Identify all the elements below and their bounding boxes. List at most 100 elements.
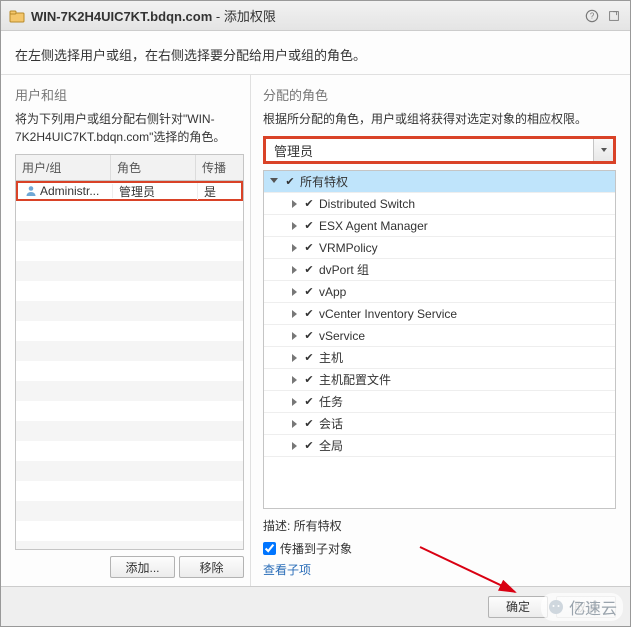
check-icon: ✔ bbox=[303, 286, 315, 298]
description-label: 描述: bbox=[263, 519, 294, 533]
chevron-right-icon bbox=[292, 244, 297, 252]
folder-icon bbox=[9, 8, 25, 24]
tree-item[interactable]: ✔ ESX Agent Manager bbox=[264, 215, 615, 237]
chevron-right-icon bbox=[292, 200, 297, 208]
tree-item[interactable]: ✔ 主机配置文件 bbox=[264, 369, 615, 391]
users-groups-desc: 将为下列用户或组分配右侧针对"WIN-7K2H4UIC7KT.bdqn.com"… bbox=[15, 110, 244, 146]
chevron-right-icon bbox=[292, 420, 297, 428]
privilege-description: 描述: 所有特权 bbox=[263, 517, 616, 534]
add-button[interactable]: 添加... bbox=[110, 556, 175, 578]
cell-propagate: 是 bbox=[198, 183, 241, 200]
remove-button[interactable]: 移除 bbox=[179, 556, 244, 578]
titlebar: WIN-7K2H4UIC7KT.bdqn.com - 添加权限 ? bbox=[1, 1, 630, 31]
help-icon[interactable]: ? bbox=[584, 8, 600, 24]
tree-item[interactable]: ✔ 主机 bbox=[264, 347, 615, 369]
users-table-body: Administr... 管理员 是 bbox=[16, 181, 243, 549]
table-row[interactable]: Administr... 管理员 是 bbox=[16, 181, 243, 201]
cell-role: 管理员 bbox=[113, 183, 198, 200]
tree-item-label: 主机配置文件 bbox=[319, 371, 391, 388]
dialog-footer: 确定 取消 bbox=[1, 586, 630, 626]
users-groups-heading: 用户和组 bbox=[15, 85, 244, 104]
tree-item[interactable]: ✔ 会话 bbox=[264, 413, 615, 435]
tree-item-label: 主机 bbox=[319, 349, 343, 366]
svg-text:?: ? bbox=[590, 11, 595, 20]
assigned-role-heading: 分配的角色 bbox=[263, 85, 616, 104]
propagate-checkbox-label: 传播到子对象 bbox=[280, 540, 352, 557]
users-groups-panel: 用户和组 将为下列用户或组分配右侧针对"WIN-7K2H4UIC7KT.bdqn… bbox=[1, 75, 251, 586]
view-children-row: 查看子项 bbox=[263, 561, 616, 578]
user-icon bbox=[24, 184, 38, 198]
check-icon: ✔ bbox=[303, 220, 315, 232]
chevron-right-icon bbox=[292, 222, 297, 230]
tree-item[interactable]: ✔ VRMPolicy bbox=[264, 237, 615, 259]
cancel-button[interactable]: 取消 bbox=[556, 596, 616, 618]
cell-user: Administr... bbox=[18, 184, 113, 199]
assigned-role-desc: 根据所分配的角色，用户或组将获得对选定对象的相应权限。 bbox=[263, 110, 616, 128]
check-icon: ✔ bbox=[303, 374, 315, 386]
tree-item-label: 会话 bbox=[319, 415, 343, 432]
check-icon: ✔ bbox=[303, 440, 315, 452]
chevron-right-icon bbox=[292, 288, 297, 296]
tree-item-label: vCenter Inventory Service bbox=[319, 307, 457, 321]
tree-item-label: vApp bbox=[319, 285, 346, 299]
tree-item-label: Distributed Switch bbox=[319, 197, 415, 211]
chevron-right-icon bbox=[292, 266, 297, 274]
tree-item-label: 全局 bbox=[319, 437, 343, 454]
instruction-text: 在左侧选择用户或组，在右侧选择要分配给用户或组的角色。 bbox=[1, 31, 630, 75]
check-icon: ✔ bbox=[303, 396, 315, 408]
chevron-right-icon bbox=[292, 442, 297, 450]
dialog-title: WIN-7K2H4UIC7KT.bdqn.com - 添加权限 bbox=[31, 6, 578, 25]
privilege-tree[interactable]: ✔ 所有特权 ✔ Distributed Switch ✔ ESX Agent Ma… bbox=[263, 170, 616, 509]
propagate-checkbox-row: 传播到子对象 bbox=[263, 540, 616, 557]
description-value: 所有特权 bbox=[294, 519, 342, 533]
check-icon: ✔ bbox=[303, 418, 315, 430]
col-user-header[interactable]: 用户/组 bbox=[16, 155, 111, 180]
cell-user-text: Administr... bbox=[40, 184, 99, 198]
tree-item-label: VRMPolicy bbox=[319, 241, 378, 255]
users-table: 用户/组 角色 传播 Administr... 管理员 是 bbox=[15, 154, 244, 550]
check-icon: ✔ bbox=[303, 242, 315, 254]
chevron-right-icon bbox=[292, 332, 297, 340]
check-icon: ✔ bbox=[303, 264, 315, 276]
check-icon: ✔ bbox=[303, 330, 315, 342]
content-area: 用户和组 将为下列用户或组分配右侧针对"WIN-7K2H4UIC7KT.bdqn… bbox=[1, 75, 630, 586]
view-children-link[interactable]: 查看子项 bbox=[263, 563, 311, 577]
tree-item[interactable]: ✔ Distributed Switch bbox=[264, 193, 615, 215]
tree-item[interactable]: ✔ vService bbox=[264, 325, 615, 347]
users-table-header: 用户/组 角色 传播 bbox=[16, 155, 243, 181]
tree-root-label: 所有特权 bbox=[300, 173, 348, 190]
col-propagate-header[interactable]: 传播 bbox=[196, 155, 243, 180]
role-dropdown[interactable]: 管理员 bbox=[263, 136, 616, 164]
propagate-checkbox[interactable] bbox=[263, 542, 276, 555]
tree-item-label: 任务 bbox=[319, 393, 343, 410]
tree-item[interactable]: ✔ 任务 bbox=[264, 391, 615, 413]
ok-button[interactable]: 确定 bbox=[488, 596, 548, 618]
col-role-header[interactable]: 角色 bbox=[111, 155, 196, 180]
check-icon: ✔ bbox=[303, 308, 315, 320]
chevron-down-icon bbox=[270, 178, 278, 187]
popout-icon[interactable] bbox=[606, 8, 622, 24]
empty-rows bbox=[16, 201, 243, 549]
dropdown-arrow-icon[interactable] bbox=[593, 139, 613, 161]
chevron-right-icon bbox=[292, 310, 297, 318]
check-icon: ✔ bbox=[303, 198, 315, 210]
tree-item[interactable]: ✔ vApp bbox=[264, 281, 615, 303]
tree-item-label: ESX Agent Manager bbox=[319, 219, 428, 233]
check-icon: ✔ bbox=[284, 176, 296, 188]
assigned-role-panel: 分配的角色 根据所分配的角色，用户或组将获得对选定对象的相应权限。 管理员 ✔ … bbox=[251, 75, 630, 586]
tree-item[interactable]: ✔ 全局 bbox=[264, 435, 615, 457]
chevron-right-icon bbox=[292, 354, 297, 362]
users-buttons: 添加... 移除 bbox=[15, 550, 244, 578]
chevron-right-icon bbox=[292, 398, 297, 406]
add-permission-dialog: WIN-7K2H4UIC7KT.bdqn.com - 添加权限 ? 在左侧选择用… bbox=[0, 0, 631, 627]
role-dropdown-value: 管理员 bbox=[266, 141, 593, 160]
tree-item[interactable]: ✔ dvPort 组 bbox=[264, 259, 615, 281]
check-icon: ✔ bbox=[303, 352, 315, 364]
tree-item-label: vService bbox=[319, 329, 365, 343]
tree-item-label: dvPort 组 bbox=[319, 261, 369, 278]
tree-item[interactable]: ✔ vCenter Inventory Service bbox=[264, 303, 615, 325]
chevron-right-icon bbox=[292, 376, 297, 384]
dialog-title-suffix: - 添加权限 bbox=[212, 9, 276, 24]
dialog-title-host: WIN-7K2H4UIC7KT.bdqn.com bbox=[31, 9, 212, 24]
tree-root[interactable]: ✔ 所有特权 bbox=[264, 171, 615, 193]
